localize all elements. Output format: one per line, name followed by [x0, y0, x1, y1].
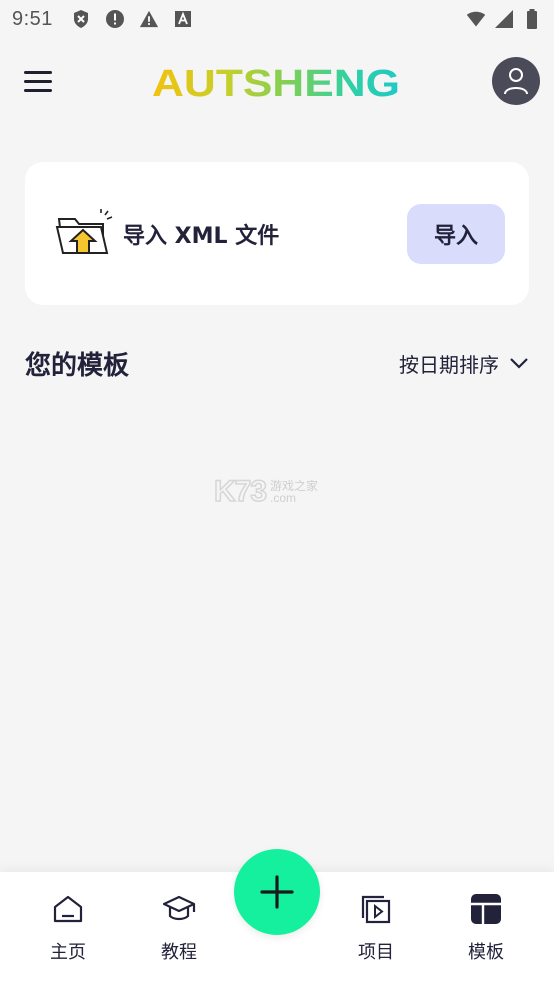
- sort-label: 按日期排序: [399, 352, 499, 377]
- watermark-sub2: .com: [270, 491, 297, 505]
- sort-dropdown[interactable]: 按日期排序: [399, 349, 529, 378]
- chevron-down-icon: [510, 358, 528, 369]
- wifi-icon: [466, 9, 486, 29]
- graduation-cap-icon: [162, 892, 196, 926]
- app-bar: AUTSHENG: [0, 52, 554, 110]
- plus-icon: [260, 875, 294, 909]
- templates-header: 您的模板 按日期排序: [25, 340, 529, 386]
- add-button[interactable]: [234, 849, 320, 935]
- logo-text: AUTSHENG: [152, 63, 400, 102]
- nav-item-projects[interactable]: 项目: [336, 892, 416, 972]
- app-logo: AUTSHENG: [152, 63, 400, 102]
- import-card-title: 导入 XML 文件: [123, 223, 280, 249]
- template-icon: [469, 892, 503, 926]
- cell-signal-icon: [494, 9, 514, 29]
- user-profile-icon[interactable]: [492, 57, 540, 105]
- battery-icon: [522, 9, 542, 29]
- nav-item-home[interactable]: 主页: [28, 892, 108, 972]
- home-icon: [51, 892, 85, 926]
- nav-label-projects: 项目: [358, 942, 394, 963]
- status-left-icons: [71, 9, 193, 29]
- project-video-icon: [359, 892, 393, 926]
- nav-label-tutorials: 教程: [161, 942, 197, 963]
- watermark: K73 游戏之家 .com: [213, 474, 344, 510]
- watermark-main: K73: [213, 474, 268, 509]
- section-title: 您的模板: [25, 350, 130, 381]
- warning-triangle-icon: [139, 9, 159, 29]
- nav-label-templates: 模板: [468, 942, 504, 963]
- shield-x-icon: [71, 9, 91, 29]
- nav-item-templates[interactable]: 模板: [446, 892, 526, 972]
- nav-item-tutorials[interactable]: 教程: [139, 892, 219, 972]
- folder-upload-icon: [55, 208, 113, 254]
- status-bar: 9:51: [0, 0, 554, 38]
- font-a-icon: [173, 9, 193, 29]
- import-xml-card: 导入 XML 文件 导入: [25, 162, 529, 305]
- status-time: 9:51: [12, 7, 53, 30]
- status-right-icons: [466, 9, 542, 29]
- hamburger-menu-icon[interactable]: [24, 66, 54, 96]
- import-button[interactable]: 导入: [407, 203, 505, 264]
- alert-circle-icon: [105, 9, 125, 29]
- nav-label-home: 主页: [50, 942, 86, 963]
